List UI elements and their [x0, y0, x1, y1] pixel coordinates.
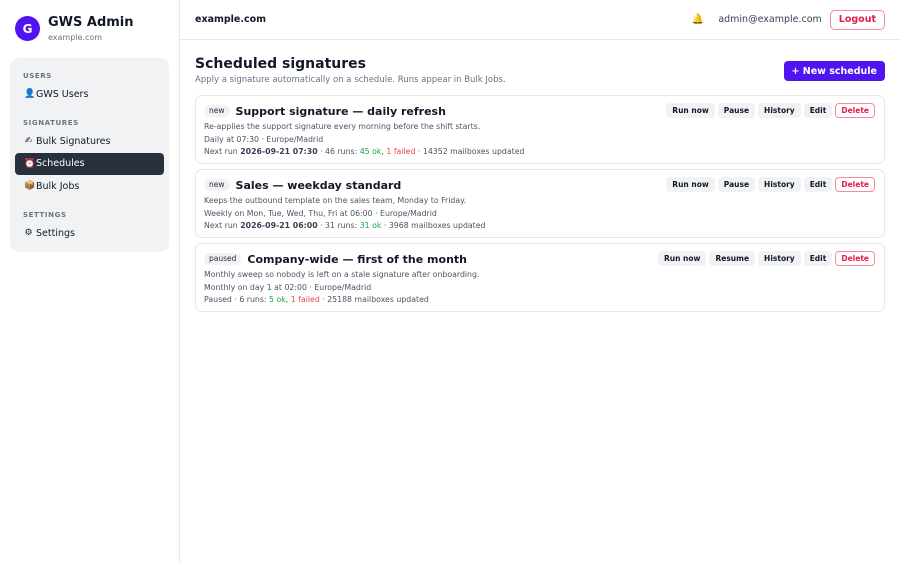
page-subtitle: Apply a signature automatically on a sch… [195, 75, 506, 85]
delete-button[interactable]: Delete [835, 103, 875, 118]
logout-button[interactable]: Logout [829, 9, 885, 30]
schedule-timing: Daily at 07:30 · Europe/Madrid [204, 134, 324, 144]
brand-name: GWS Admin [48, 15, 134, 30]
schedule-title: Sales — weekday standard [235, 178, 402, 192]
run-count: · 46 runs: [317, 147, 360, 156]
sidebar-item-bulk-signatures[interactable]: ✍ Bulk Signatures [15, 130, 164, 152]
schedules-icon: ⏰ [24, 158, 36, 169]
history-button[interactable]: History [758, 103, 801, 118]
sidebar: G GWS Admin example.com USERS 👤 GWS Users S… [0, 0, 180, 562]
run-now-button[interactable]: Run now [666, 177, 715, 192]
status-prefix: Next run [204, 147, 238, 156]
brand: G GWS Admin example.com [10, 15, 169, 42]
nav-section-label: SETTINGS [23, 211, 67, 219]
sidebar-item-schedules[interactable]: ⏰ Schedules [15, 152, 164, 175]
edit-button[interactable]: Edit [803, 103, 833, 118]
user-email: admin@example.com [718, 14, 822, 25]
failed-count: 1 failed [386, 147, 416, 156]
next-run-time: 2026-09-21 07:30 [240, 147, 318, 156]
history-button[interactable]: History [758, 177, 801, 192]
brand-logo: G [15, 16, 40, 41]
topbar: example.com 🔔 admin@example.com Logout [180, 0, 900, 40]
schedule-list: new Support signature — daily refresh Run … [195, 95, 885, 312]
schedule-timing: Monthly on day 1 at 02:00 · Europe/Madri… [204, 282, 372, 292]
run-now-button[interactable]: Run now [657, 251, 707, 266]
failed-count: 1 failed [290, 295, 320, 304]
mailboxes-updated: · 25188 mailboxes updated [319, 295, 429, 304]
sidebar-item-label: Bulk Signatures [36, 135, 111, 147]
nav-section-label: SIGNATURES [23, 119, 79, 127]
run-count: · 31 runs: [317, 221, 360, 230]
page-header: Scheduled signatures Apply a signature a… [195, 54, 885, 85]
schedule-title: Support signature — daily refresh [235, 104, 446, 118]
sidebar-nav: USERS 👤 GWS Users SIGNATURES ✍ Bulk Signature… [10, 58, 169, 252]
sidebar-item-gws-users[interactable]: 👤 GWS Users [15, 83, 164, 105]
sidebar-item-bulk-jobs[interactable]: 📦 Bulk Jobs [15, 175, 164, 197]
settings-icon: ⚙ [24, 228, 33, 238]
bell-icon[interactable]: 🔔 [692, 14, 704, 25]
schedule-card: new Support signature — daily refresh Run … [195, 95, 885, 164]
schedule-description: Re-applies the support signature every m… [204, 122, 481, 131]
history-button[interactable]: History [758, 251, 801, 266]
topbar-domain: example.com [195, 14, 267, 25]
sidebar-item-label: Bulk Jobs [36, 180, 80, 192]
schedule-card: new Sales — weekday standard Run now Pause H… [195, 169, 885, 238]
schedule-status: Paused · 6 runs: 5 ok, 1 failed · 25188 … [204, 295, 429, 304]
sidebar-item-label: Schedules [36, 158, 85, 169]
schedule-status: Next run 2026-09-21 07:30 · 46 runs: 45 … [204, 147, 525, 156]
ok-count: 5 ok [269, 295, 286, 304]
ok-count: 45 ok [359, 147, 382, 156]
main-area: example.com 🔔 admin@example.com Logout S… [180, 0, 900, 562]
sidebar-item-settings[interactable]: ⚙ Settings [15, 222, 164, 244]
schedule-actions: Run now Pause History Edit Delete [663, 177, 875, 192]
schedule-description: Keeps the outbound template on the sales… [204, 196, 467, 205]
pause-button[interactable]: Pause [717, 177, 756, 192]
sidebar-item-label: Settings [36, 227, 75, 239]
schedule-card: paused Company-wide — first of the month R… [195, 243, 885, 312]
nav-section-label: USERS [23, 72, 52, 80]
schedule-timing: Weekly on Mon, Tue, Wed, Thu, Fri at 06:… [204, 208, 437, 218]
run-count: · 6 runs: [231, 295, 270, 304]
brand-domain: example.com [48, 33, 103, 42]
status-prefix: Next run [204, 221, 238, 230]
schedule-actions: Run now Resume History Edit Delete [655, 251, 875, 266]
sidebar-item-label: GWS Users [36, 88, 89, 100]
edit-button[interactable]: Edit [803, 251, 833, 266]
delete-button[interactable]: Delete [835, 177, 875, 192]
schedule-actions: Run now Pause History Edit Delete [663, 103, 875, 118]
gws-users-icon: 👤 [24, 89, 36, 99]
new-schedule-button[interactable]: + New schedule [783, 61, 885, 81]
page-title: Scheduled signatures [195, 56, 366, 72]
pause-button[interactable]: Pause [717, 103, 756, 118]
ok-count: 31 ok [359, 221, 382, 230]
schedule-title: Company-wide — first of the month [247, 252, 467, 266]
status-prefix: Paused [204, 295, 232, 304]
status-badge: new [204, 105, 230, 117]
edit-button[interactable]: Edit [803, 177, 833, 192]
content: Scheduled signatures Apply a signature a… [180, 40, 900, 331]
resume-button[interactable]: Resume [709, 251, 756, 266]
bulk-signatures-icon: ✍ [24, 136, 33, 146]
next-run-time: 2026-09-21 06:00 [240, 221, 318, 230]
status-badge: new [204, 179, 230, 191]
mailboxes-updated: · 3968 mailboxes updated [381, 221, 486, 230]
status-badge: paused [204, 253, 242, 265]
schedule-status: Next run 2026-09-21 06:00 · 31 runs: 31 … [204, 221, 875, 231]
schedule-description: Monthly sweep so nobody is left on a sta… [204, 270, 480, 279]
mailboxes-updated: · 14352 mailboxes updated [415, 147, 525, 156]
bulk-jobs-icon: 📦 [24, 181, 36, 191]
delete-button[interactable]: Delete [835, 251, 875, 266]
run-now-button[interactable]: Run now [666, 103, 715, 118]
